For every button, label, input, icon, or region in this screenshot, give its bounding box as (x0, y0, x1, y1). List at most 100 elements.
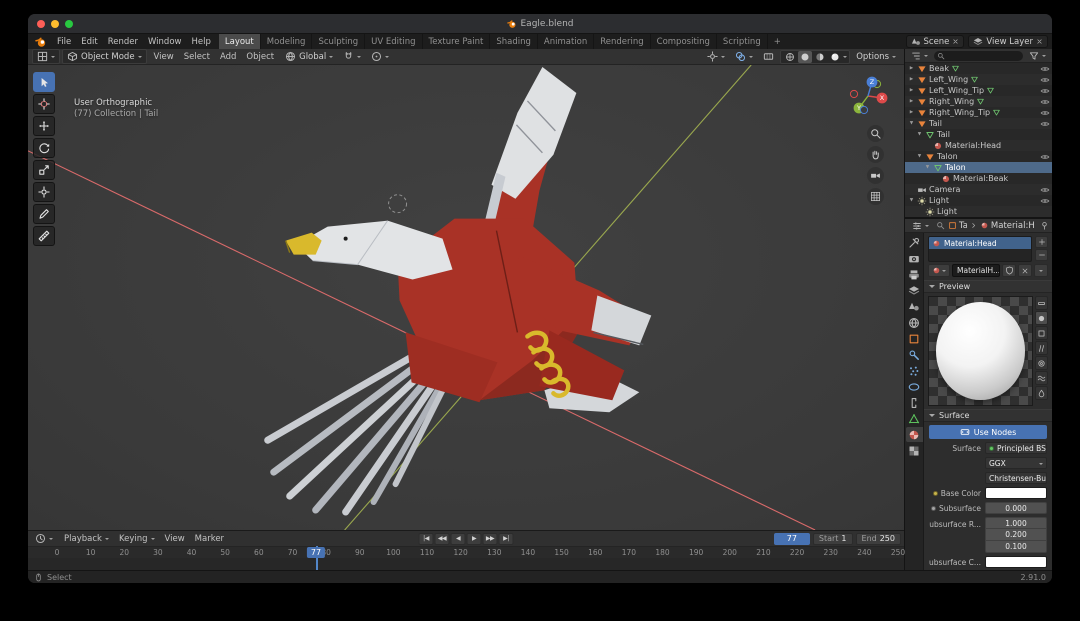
subsurface-color-swatch[interactable] (985, 556, 1047, 568)
fake-user-button[interactable] (1002, 264, 1016, 277)
workspace-tab-rendering[interactable]: Rendering (594, 34, 651, 49)
outliner-row-left-wing[interactable]: ▶ Left_Wing (905, 74, 1052, 85)
workspace-tab-texture-paint[interactable]: Texture Paint (423, 34, 491, 49)
add-material-slot-button[interactable] (1035, 236, 1048, 248)
proportional-editing-toggle[interactable] (367, 50, 393, 63)
tool-move-button[interactable] (33, 116, 55, 136)
timeline-menu-keying[interactable]: Keying (114, 534, 160, 544)
viewport-editor-type-button[interactable] (32, 49, 60, 64)
add-workspace-button[interactable]: + (768, 34, 787, 49)
menu-window[interactable]: Window (143, 34, 187, 49)
browse-material-button[interactable] (928, 264, 950, 277)
options-dropdown[interactable]: Options (852, 51, 900, 63)
close-window-button[interactable] (37, 19, 45, 28)
eagle-model[interactable] (264, 66, 652, 516)
frame-start-field[interactable]: Start 1 (812, 532, 853, 545)
preview-mode-shaderball-button[interactable] (1035, 356, 1048, 370)
subsurface-radius-x-field[interactable]: 1.000 (985, 517, 1047, 529)
tool-measure-button[interactable] (33, 226, 55, 246)
preview-mode-cloth-button[interactable] (1035, 371, 1048, 385)
outliner-row-left-wing-tip[interactable]: ▶ Left_Wing_Tip (905, 85, 1052, 96)
properties-tab-world[interactable] (906, 315, 923, 330)
timeline-menu-marker[interactable]: Marker (190, 534, 229, 544)
workspace-tab-scripting[interactable]: Scripting (717, 34, 768, 49)
properties-tab-view-layer[interactable] (906, 283, 923, 298)
transport-play-button[interactable]: ▶ (466, 532, 482, 545)
collapse-arrow-icon[interactable]: ▼ (908, 198, 915, 203)
subsurface-value-field[interactable]: 0.000 (985, 502, 1047, 514)
expand-arrow-icon[interactable]: ▶ (908, 110, 915, 115)
current-frame-field[interactable]: 77 (773, 532, 810, 545)
outliner-row-talon[interactable]: ▼ Talon (905, 162, 1052, 173)
viewport-zoom-button[interactable] (867, 125, 884, 142)
visibility-eye-icon[interactable] (1040, 64, 1050, 74)
expand-arrow-icon[interactable]: ▶ (908, 66, 915, 71)
timeline-body[interactable] (28, 558, 904, 570)
preview-mode-hair-button[interactable] (1035, 341, 1048, 355)
transport-jump-to-prev-keyframe-button[interactable]: ◀◀ (434, 532, 450, 545)
transport-jump-to-end-button[interactable]: ▶| (498, 532, 514, 545)
outliner-row-material-beak[interactable]: Material:Beak (905, 173, 1052, 184)
properties-tab-output[interactable] (906, 267, 923, 282)
use-nodes-button[interactable]: Use Nodes (929, 425, 1047, 439)
pin-icon[interactable] (1040, 221, 1049, 230)
snapping-toggle[interactable] (339, 50, 365, 63)
timeline-editor-type-button[interactable] (31, 532, 57, 545)
workspace-tab-layout[interactable]: Layout (218, 34, 261, 49)
current-frame-badge[interactable]: 77 (306, 547, 326, 558)
material-link-dropdown[interactable] (1034, 264, 1048, 277)
properties-editor-type-button[interactable] (908, 220, 933, 232)
transform-orientation-dropdown[interactable]: Global (281, 50, 337, 63)
material-name-field[interactable]: MaterialH... (952, 264, 1000, 277)
subsurface-method-dropdown[interactable]: Christensen-Burley (985, 472, 1047, 484)
visibility-eye-icon[interactable] (1040, 196, 1050, 206)
visibility-eye-icon[interactable] (1040, 185, 1050, 195)
viewport-canvas[interactable]: User Orthographic (77) Collection | Tail… (28, 65, 904, 530)
viewport-toggle-grid-button[interactable] (867, 188, 884, 205)
viewport-menu-object[interactable]: Object (241, 52, 279, 62)
outliner-editor-type-button[interactable] (907, 50, 932, 62)
remove-material-slot-button[interactable] (1035, 249, 1048, 261)
shading-material-preview-button[interactable] (813, 51, 827, 63)
workspace-tab-uv-editing[interactable]: UV Editing (365, 34, 423, 49)
transport-play-reverse-button[interactable]: ◀ (450, 532, 466, 545)
viewport-camera-view-button[interactable] (867, 167, 884, 184)
viewport-pan-button[interactable] (867, 146, 884, 163)
tool-scale-button[interactable] (33, 160, 55, 180)
tool-annotate-button[interactable] (33, 204, 55, 224)
visibility-eye-icon[interactable] (1040, 152, 1050, 162)
breadcrumb-material[interactable]: Material:Head (980, 221, 1034, 231)
tool-select-box-button[interactable] (33, 72, 55, 92)
visibility-eye-icon[interactable] (1040, 108, 1050, 118)
properties-tab-scene[interactable] (906, 299, 923, 314)
overlays-dropdown[interactable] (731, 50, 757, 63)
expand-arrow-icon[interactable]: ▶ (908, 99, 915, 104)
view-layer-selector[interactable]: View Layer (968, 35, 1048, 48)
properties-tab-object[interactable] (906, 331, 923, 346)
zoom-window-button[interactable] (65, 19, 73, 28)
preview-mode-cube-button[interactable] (1035, 326, 1048, 340)
viewport-scene[interactable] (28, 65, 904, 530)
properties-tab-modifiers[interactable] (906, 347, 923, 362)
timeline-menu-view[interactable]: View (160, 534, 190, 544)
preview-mode-fluid-button[interactable] (1035, 386, 1048, 400)
outliner-row-talon[interactable]: ▼ Talon (905, 151, 1052, 162)
visibility-eye-icon[interactable] (1040, 119, 1050, 129)
subsurface-radius-y-field[interactable]: 0.200 (985, 529, 1047, 541)
minimize-window-button[interactable] (51, 19, 59, 28)
shading-solid-button[interactable] (798, 50, 813, 63)
unlink-view-layer-icon[interactable] (1036, 38, 1043, 45)
collapse-arrow-icon[interactable]: ▼ (916, 154, 923, 159)
navigation-gizmo[interactable]: XYZ (846, 74, 890, 121)
workspace-tab-compositing[interactable]: Compositing (651, 34, 717, 49)
expand-arrow-icon[interactable]: ▶ (908, 88, 915, 93)
preview-mode-flat-button[interactable] (1035, 296, 1048, 310)
workspace-tab-sculpting[interactable]: Sculpting (312, 34, 366, 49)
viewport-menu-add[interactable]: Add (215, 52, 241, 62)
properties-tab-object-data[interactable] (906, 411, 923, 426)
frame-end-field[interactable]: End 250 (855, 532, 901, 545)
outliner-row-material-head[interactable]: Material:Head (905, 140, 1052, 151)
menu-edit[interactable]: Edit (76, 34, 102, 49)
visibility-eye-icon[interactable] (1040, 75, 1050, 85)
outliner-row-camera[interactable]: Camera (905, 184, 1052, 195)
